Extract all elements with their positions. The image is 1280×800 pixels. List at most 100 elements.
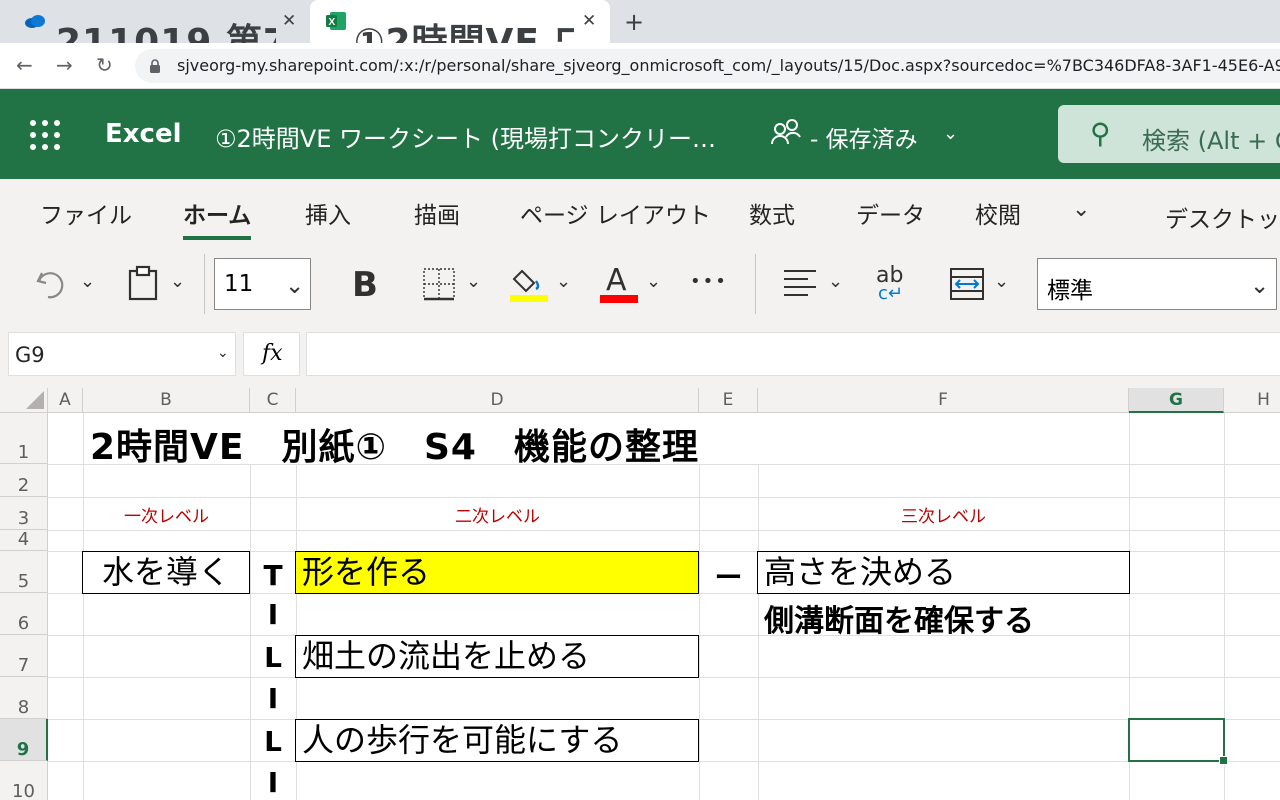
browser-tab-strip: 211019 第7回 - OneDrive ✕ X ①2時間VE ワークシート … — [0, 0, 1280, 63]
number-format-select[interactable]: 標準 ⌄ — [1037, 258, 1277, 310]
document-title[interactable]: ①2時間VE ワークシート (現場打コンクリー… — [215, 119, 716, 154]
column-header-c[interactable]: C — [250, 388, 296, 413]
function-box-d7[interactable]: 畑土の流出を止める — [295, 635, 699, 678]
tab-file[interactable]: ファイル — [40, 196, 132, 230]
chevron-down-icon: ⌄ — [285, 273, 305, 299]
sheet-title[interactable]: 2時間VE 別紙① S4 機能の整理 — [90, 418, 1128, 468]
row-header-4[interactable]: 4 — [0, 529, 48, 551]
borders-icon[interactable] — [422, 267, 456, 301]
save-status[interactable]: - 保存済み — [810, 120, 918, 154]
url-field[interactable]: sjveorg-my.sharepoint.com/:x:/r/personal… — [135, 49, 1280, 83]
align-left-icon[interactable] — [783, 268, 817, 298]
connector-c9[interactable]: L — [250, 725, 296, 758]
close-tab-icon[interactable]: ✕ — [582, 11, 596, 31]
row-header-7[interactable]: 7 — [0, 635, 48, 677]
browser-tab-onedrive[interactable]: 211019 第7回 - OneDrive ✕ — [0, 0, 310, 63]
paste-clipboard-icon[interactable] — [128, 265, 158, 301]
row-header-6[interactable]: 6 — [0, 593, 48, 635]
tab-formulas[interactable]: 数式 — [749, 196, 795, 230]
function-box-b5[interactable]: 水を導く — [82, 551, 250, 594]
formula-input[interactable] — [306, 332, 1280, 376]
tab-review[interactable]: 校閲 — [975, 196, 1021, 230]
merge-cells-icon[interactable] — [950, 268, 984, 300]
lock-icon — [150, 59, 160, 73]
function-box-d5[interactable]: 形を作る — [295, 551, 699, 594]
tab-data[interactable]: データ — [856, 196, 925, 230]
open-in-desktop-button[interactable]: デスクトップ — [1165, 200, 1280, 234]
reload-icon[interactable]: ↻ — [96, 53, 113, 77]
name-box[interactable]: G9 ⌄ — [8, 332, 236, 376]
level2-label[interactable]: 二次レベル — [296, 502, 699, 527]
worksheet-grid[interactable]: A B C D E F G H 1 2 3 4 5 6 7 8 9 10 2時間… — [0, 388, 1280, 800]
connector-c7[interactable]: L — [250, 641, 296, 674]
more-tabs-chevron-icon[interactable]: ⌄ — [1072, 197, 1090, 222]
more-options-button[interactable]: ••• — [690, 271, 728, 292]
search-box[interactable]: ⚲ 検索 (Alt + Q — [1058, 105, 1280, 163]
row-header-5[interactable]: 5 — [0, 551, 48, 593]
gridline — [48, 530, 1280, 531]
name-box-value: G9 — [15, 343, 45, 367]
selected-cell-g9[interactable] — [1128, 718, 1228, 765]
font-size-value: 11 — [224, 271, 254, 297]
align-dropdown-icon[interactable]: ⌄ — [828, 271, 843, 292]
back-arrow-icon[interactable]: ← — [16, 53, 33, 77]
level3-label[interactable]: 三次レベル — [758, 502, 1129, 527]
connector-e5[interactable]: ー — [699, 556, 758, 596]
column-header-b[interactable]: B — [83, 388, 250, 413]
chevron-down-icon[interactable]: ⌄ — [943, 123, 958, 144]
tab-page-layout[interactable]: ページ レイアウト — [520, 196, 711, 230]
new-tab-button[interactable]: + — [624, 8, 644, 36]
function-box-f5[interactable]: 高さを決める — [757, 551, 1130, 594]
level1-label[interactable]: 一次レベル — [83, 502, 250, 527]
column-header-g[interactable]: G — [1129, 388, 1224, 413]
function-text-f6[interactable]: 側溝断面を確保する — [764, 596, 1034, 640]
app-launcher-icon[interactable] — [30, 120, 60, 150]
bold-button[interactable]: B — [352, 265, 378, 305]
gridline — [83, 413, 84, 800]
insert-function-button[interactable]: fx — [243, 332, 300, 376]
connector-c6[interactable]: I — [250, 598, 296, 631]
browser-tab-excel[interactable]: X ①2時間VE ワークシート (現場打コンク ✕ — [310, 0, 610, 63]
ribbon-separator — [204, 254, 205, 314]
row-header-10[interactable]: 10 — [0, 761, 48, 800]
excel-app-header: Excel ①2時間VE ワークシート (現場打コンクリー… - 保存済み ⌄ … — [0, 89, 1280, 179]
connector-c8[interactable]: I — [250, 682, 296, 715]
tab-home[interactable]: ホーム — [183, 196, 252, 240]
forward-arrow-icon[interactable]: → — [56, 53, 73, 77]
select-all-button[interactable] — [0, 388, 48, 413]
tab-insert[interactable]: 挿入 — [305, 196, 351, 230]
fill-color-dropdown-icon[interactable]: ⌄ — [556, 271, 571, 292]
share-people-icon[interactable] — [770, 117, 804, 147]
column-header-e[interactable]: E — [699, 388, 758, 413]
fill-color-icon[interactable] — [510, 263, 550, 303]
chevron-down-icon: ⌄ — [1250, 273, 1270, 299]
url-text: sjveorg-my.sharepoint.com/:x:/r/personal… — [177, 56, 1280, 75]
row-header-3[interactable]: 3 — [0, 497, 48, 530]
column-header-d[interactable]: D — [296, 388, 699, 413]
address-bar: ← → ↻ sjveorg-my.sharepoint.com/:x:/r/pe… — [0, 43, 1280, 89]
undo-dropdown-icon[interactable]: ⌄ — [80, 271, 95, 292]
merge-dropdown-icon[interactable]: ⌄ — [994, 271, 1009, 292]
undo-icon[interactable] — [34, 267, 68, 301]
row-header-8[interactable]: 8 — [0, 677, 48, 719]
font-size-select[interactable]: 11 ⌄ — [214, 258, 311, 310]
row-header-1[interactable]: 1 — [0, 413, 48, 464]
wrap-arrow-icon: c↵ — [878, 283, 903, 304]
font-color-dropdown-icon[interactable]: ⌄ — [646, 271, 661, 292]
chevron-down-icon: ⌄ — [217, 345, 229, 361]
column-header-a[interactable]: A — [48, 388, 83, 413]
excel-icon: X — [326, 12, 346, 30]
column-header-f[interactable]: F — [758, 388, 1129, 413]
row-header-2[interactable]: 2 — [0, 464, 48, 497]
borders-dropdown-icon[interactable]: ⌄ — [466, 271, 481, 292]
function-box-d9[interactable]: 人の歩行を可能にする — [295, 719, 699, 762]
paste-dropdown-icon[interactable]: ⌄ — [170, 271, 185, 292]
tab-draw[interactable]: 描画 — [414, 196, 460, 230]
connector-c5[interactable]: T — [250, 559, 296, 592]
column-header-h[interactable]: H — [1224, 388, 1280, 413]
close-tab-icon[interactable]: ✕ — [282, 11, 296, 31]
row-header-9[interactable]: 9 — [0, 719, 48, 761]
font-color-button[interactable]: A — [606, 263, 627, 298]
app-name: Excel — [105, 119, 182, 149]
connector-c10[interactable]: I — [250, 766, 296, 799]
